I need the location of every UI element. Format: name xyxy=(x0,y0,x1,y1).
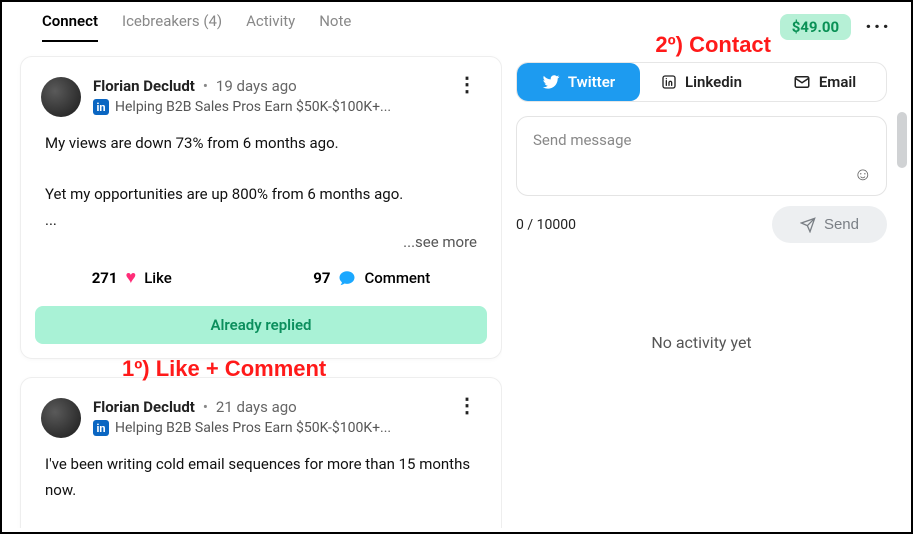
contact-column: Twitter Linkedin Email Send message ☺ 0 … xyxy=(502,42,911,528)
post-line: My views are down 73% from 6 months ago. xyxy=(45,131,477,157)
twitter-icon xyxy=(542,73,560,91)
tab-activity[interactable]: Activity xyxy=(246,12,295,42)
post-time: 21 days ago xyxy=(216,398,297,416)
message-placeholder: Send message xyxy=(533,131,631,149)
post-line: ... xyxy=(45,208,477,234)
tab-note[interactable]: Note xyxy=(319,12,351,42)
top-right: $49.00 ··· xyxy=(780,14,891,40)
already-replied-badge: Already replied xyxy=(35,306,487,344)
no-activity-text: No activity yet xyxy=(516,333,887,352)
tab-icebreakers[interactable]: Icebreakers (4) xyxy=(122,12,222,42)
post-header: Florian Decludt • 19 days ago in Helping… xyxy=(21,57,501,117)
main-area: Florian Decludt • 19 days ago in Helping… xyxy=(2,42,911,528)
linkedin-icon: in xyxy=(93,99,109,115)
main-tabs: Connect Icebreakers (4) Activity Note xyxy=(42,12,351,42)
post-card: Florian Decludt • 19 days ago in Helping… xyxy=(20,56,502,359)
linkedin-label: Linkedin xyxy=(685,73,742,91)
post-author: Florian Decludt xyxy=(93,77,195,95)
linkedin-icon xyxy=(661,74,677,90)
post-line: Yet my opportunities are up 800% from 6 … xyxy=(45,182,477,208)
post-tagline: Helping B2B Sales Pros Earn $50K-$100K+.… xyxy=(115,99,391,115)
like-stat[interactable]: 271 ♥ Like xyxy=(92,267,172,288)
email-icon xyxy=(793,73,811,91)
twitter-label: Twitter xyxy=(568,73,615,91)
send-icon xyxy=(800,217,816,233)
post-menu-icon[interactable]: ⋮ xyxy=(457,79,477,89)
comment-count: 97 xyxy=(313,269,330,287)
char-counter: 0 / 10000 xyxy=(516,217,576,233)
posts-column: Florian Decludt • 19 days ago in Helping… xyxy=(2,42,502,528)
post-body: I've been writing cold email sequences f… xyxy=(21,438,501,528)
more-menu-icon[interactable]: ··· xyxy=(865,15,891,40)
comment-icon xyxy=(338,267,356,288)
post-stats: 271 ♥ Like 97 Comment xyxy=(21,251,501,306)
tab-connect[interactable]: Connect xyxy=(42,12,98,42)
twitter-tab[interactable]: Twitter xyxy=(517,63,640,101)
like-label: Like xyxy=(144,269,172,287)
see-more-link[interactable]: ...see more xyxy=(403,233,477,251)
email-tab[interactable]: Email xyxy=(763,63,886,101)
heart-icon: ♥ xyxy=(126,267,137,288)
post-body: My views are down 73% from 6 months ago.… xyxy=(21,117,501,233)
email-label: Email xyxy=(819,73,856,91)
price-badge: $49.00 xyxy=(780,14,851,40)
comment-label: Comment xyxy=(364,269,430,287)
contact-tabs: Twitter Linkedin Email xyxy=(516,62,887,102)
top-bar: Connect Icebreakers (4) Activity Note $4… xyxy=(2,2,911,42)
post-menu-icon[interactable]: ⋮ xyxy=(457,400,477,410)
linkedin-icon: in xyxy=(93,420,109,436)
scrollbar[interactable] xyxy=(897,112,907,168)
message-input[interactable]: Send message ☺ xyxy=(516,116,887,196)
emoji-icon[interactable]: ☺ xyxy=(854,164,872,185)
send-row: 0 / 10000 Send xyxy=(516,206,887,243)
post-line: I've been writing cold email sequences f… xyxy=(45,452,477,503)
post-author: Florian Decludt xyxy=(93,398,195,416)
avatar xyxy=(41,398,81,438)
post-tagline: Helping B2B Sales Pros Earn $50K-$100K+.… xyxy=(115,420,391,436)
separator-dot: • xyxy=(203,398,208,416)
like-count: 271 xyxy=(92,269,118,287)
send-button[interactable]: Send xyxy=(772,206,887,243)
separator-dot: • xyxy=(203,77,208,95)
comment-stat[interactable]: 97 Comment xyxy=(313,267,430,288)
post-header: Florian Decludt • 21 days ago in Helping… xyxy=(21,378,501,438)
avatar xyxy=(41,77,81,117)
linkedin-tab[interactable]: Linkedin xyxy=(640,63,763,101)
post-time: 19 days ago xyxy=(216,77,297,95)
send-label: Send xyxy=(824,216,859,233)
post-card: Florian Decludt • 21 days ago in Helping… xyxy=(20,377,502,528)
